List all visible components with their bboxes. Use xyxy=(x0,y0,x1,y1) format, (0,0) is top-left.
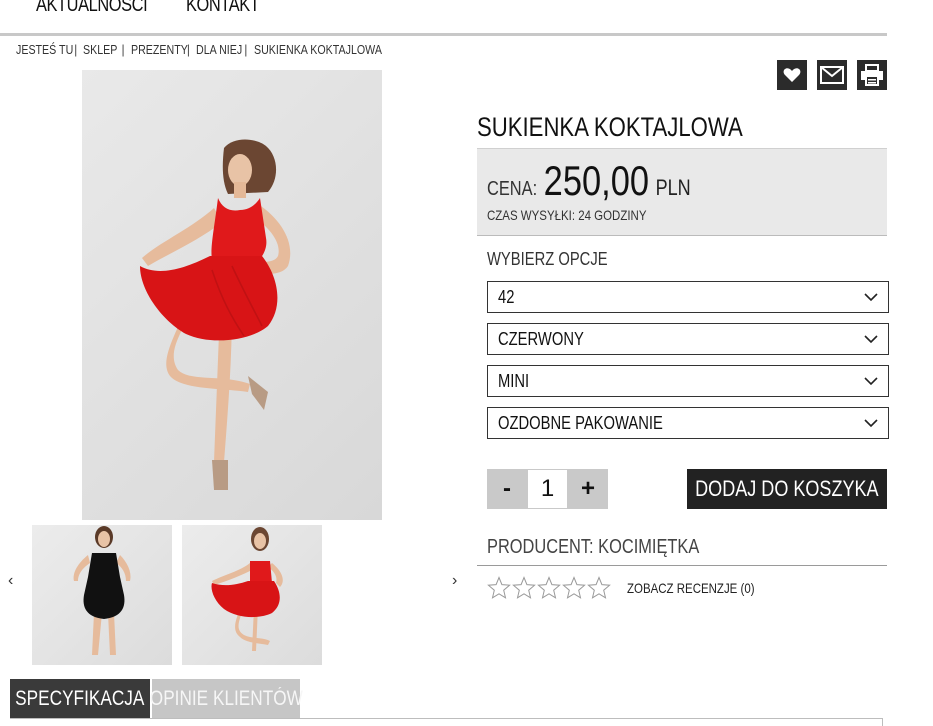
packaging-select-value: OZDOBNE PAKOWANIE xyxy=(498,413,663,433)
product-title: SUKIENKA KOKTAJLOWA xyxy=(477,112,743,142)
wishlist-button[interactable] xyxy=(777,60,807,90)
add-to-cart-button[interactable]: DODAJ DO KOSZYKA xyxy=(687,469,887,509)
breadcrumb-item-current: SUKIENKA KOKTAJLOWA xyxy=(253,41,382,57)
length-select-value: MINI xyxy=(498,371,530,391)
gallery-next-arrow[interactable]: › xyxy=(452,572,457,590)
main-product-image[interactable] xyxy=(82,70,382,520)
nav-item-aktualnosci[interactable]: AKTUALNOŚCI xyxy=(36,0,148,17)
model-photo xyxy=(140,139,291,490)
star-icon[interactable] xyxy=(587,576,611,600)
chevron-down-icon xyxy=(864,419,878,428)
tab-label: OPINIE KLIENTÓW xyxy=(149,687,303,710)
nav-item-kontakt[interactable]: KONTAKT xyxy=(186,0,260,17)
star-icon[interactable] xyxy=(562,576,586,600)
add-to-cart-label: DODAJ DO KOSZYKA xyxy=(695,476,879,501)
price-label: CENA: xyxy=(487,178,538,200)
print-icon xyxy=(861,64,883,86)
product-actions xyxy=(777,60,887,90)
gallery-thumbnail-red-dress[interactable] xyxy=(182,525,322,665)
print-button[interactable] xyxy=(857,60,887,90)
product-tabs: SPECYFIKACJA OPINIE KLIENTÓW xyxy=(10,679,303,719)
quantity-input[interactable]: 1 xyxy=(527,469,568,509)
star-icon[interactable] xyxy=(487,576,511,600)
top-navigation: AKTUALNOŚCI KONTAKT xyxy=(0,0,887,36)
thumbnail-photo xyxy=(73,526,131,655)
breadcrumb-item-sklep[interactable]: SKLEP xyxy=(83,42,117,57)
producer: PRODUCENT: KOCIMIĘTKA xyxy=(487,536,700,558)
breadcrumb-item-dla-niej[interactable]: DLA NIEJ xyxy=(196,42,242,57)
size-select-value: 42 xyxy=(498,287,515,307)
reviews-link[interactable]: ZOBACZ RECENZJE (0) xyxy=(627,580,755,596)
dress xyxy=(211,198,267,260)
price-box: CENA: 250,00 PLN CZAS WYSYŁKI: 24 GODZIN… xyxy=(477,148,887,236)
gallery-thumbnail-black-dress[interactable] xyxy=(32,525,172,665)
chevron-down-icon xyxy=(864,377,878,386)
shipping-time: CZAS WYSYŁKI: 24 GODZINY xyxy=(487,207,647,223)
breadcrumb-separator: | xyxy=(74,41,78,57)
tabs-divider xyxy=(10,718,883,719)
color-select[interactable]: CZERWONY xyxy=(487,323,889,355)
chevron-down-icon xyxy=(864,293,878,302)
price-value: 250,00 xyxy=(543,157,650,204)
length-select[interactable]: MINI xyxy=(487,365,889,397)
chevron-down-icon xyxy=(864,335,878,344)
star-icon[interactable] xyxy=(512,576,536,600)
thumbnail-photo xyxy=(211,527,283,651)
tabs-divider xyxy=(882,718,883,726)
star-icon[interactable] xyxy=(537,576,561,600)
breadcrumb: JESTEŚ TU | SKLEP | PREZENTY | DLA NIEJ … xyxy=(16,40,410,58)
divider xyxy=(477,565,887,566)
quantity-decrease-button[interactable]: - xyxy=(487,469,527,509)
rating-stars xyxy=(487,576,611,600)
breadcrumb-item-prezenty[interactable]: PREZENTY xyxy=(131,42,188,57)
options-label: WYBIERZ OPCJE xyxy=(487,249,608,269)
breadcrumb-label: JESTEŚ TU xyxy=(16,41,74,57)
size-select[interactable]: 42 xyxy=(487,281,889,313)
price-currency: PLN xyxy=(655,175,691,200)
quantity-stepper: - 1 + xyxy=(487,469,608,509)
price-row: CENA: 250,00 PLN xyxy=(487,157,691,205)
tab-label: SPECYFIKACJA xyxy=(15,687,145,710)
packaging-select[interactable]: OZDOBNE PAKOWANIE xyxy=(487,407,889,439)
heart-icon xyxy=(783,68,801,82)
color-select-value: CZERWONY xyxy=(498,329,584,349)
breadcrumb-separator: | xyxy=(244,41,248,57)
tab-specyfikacja[interactable]: SPECYFIKACJA xyxy=(10,679,150,719)
tab-opinie-klientow[interactable]: OPINIE KLIENTÓW xyxy=(149,679,303,719)
breadcrumb-separator: | xyxy=(121,41,125,57)
quantity-increase-button[interactable]: + xyxy=(568,469,608,509)
gallery-prev-arrow[interactable]: ‹ xyxy=(8,572,13,590)
email-button[interactable] xyxy=(817,60,847,90)
mail-icon xyxy=(820,66,844,84)
